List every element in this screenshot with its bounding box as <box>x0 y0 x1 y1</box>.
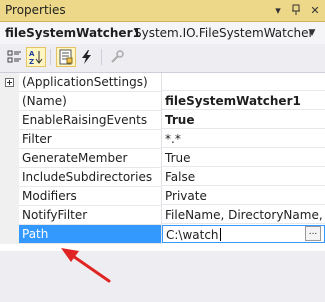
property-name: GenerateMember <box>19 149 162 168</box>
grid-row-name[interactable]: (Name) fileSystemWatcher1 <box>0 92 325 111</box>
property-name: NotifyFilter <box>19 206 162 225</box>
window-title: Properties <box>5 3 66 17</box>
property-value[interactable]: *.* <box>162 130 325 148</box>
property-name: Path <box>19 225 162 244</box>
browse-ellipsis-button[interactable]: ... <box>305 226 321 241</box>
grid-row-include-subdirectories[interactable]: IncludeSubdirectories False <box>0 168 325 187</box>
row-gutter <box>0 168 19 187</box>
path-value-text: C:\watch <box>166 228 219 242</box>
toolbar-separator <box>50 49 51 65</box>
row-gutter <box>0 73 19 92</box>
selected-object-type: System.IO.FileSystemWatcher <box>134 26 314 40</box>
property-name: EnableRaisingEvents <box>19 111 162 130</box>
toolbar-separator <box>101 49 102 65</box>
grid-row-path[interactable]: Path C:\watch ... <box>0 225 325 244</box>
auto-hide-pin-icon[interactable] <box>288 2 304 18</box>
row-gutter <box>0 130 19 149</box>
properties-window: Properties ▾ ✕ fileSystemWatcher1 System… <box>0 0 325 302</box>
events-button[interactable] <box>77 47 97 67</box>
window-position-dropdown-icon[interactable]: ▾ <box>270 2 286 18</box>
row-gutter <box>0 149 19 168</box>
title-bar: Properties ▾ ✕ <box>0 0 325 22</box>
close-icon[interactable]: ✕ <box>307 2 323 18</box>
property-value[interactable]: FileName, DirectoryName, LastWrite <box>162 206 325 224</box>
property-value[interactable]: True <box>162 111 325 129</box>
categorized-icon <box>7 50 21 63</box>
property-value[interactable]: fileSystemWatcher1 <box>162 92 325 110</box>
property-name: Modifiers <box>19 187 162 206</box>
svg-text:A: A <box>29 50 35 58</box>
property-grid: (ApplicationSettings) (Name) fileSystemW… <box>0 72 325 251</box>
expand-plus-icon[interactable] <box>5 78 14 87</box>
text-caret <box>219 228 221 241</box>
properties-icon <box>59 49 73 65</box>
grid-row-notify-filter[interactable]: NotifyFilter FileName, DirectoryName, La… <box>0 206 325 225</box>
row-gutter <box>0 111 19 130</box>
lightning-icon <box>82 50 91 64</box>
row-gutter <box>0 187 19 206</box>
alphabetical-icon: A Z <box>29 50 43 65</box>
property-value[interactable]: Private <box>162 187 325 205</box>
row-gutter <box>0 225 19 244</box>
path-value-input[interactable]: C:\watch <box>162 225 325 243</box>
selected-object-name: fileSystemWatcher1 <box>5 26 141 40</box>
row-gutter <box>0 206 19 225</box>
property-value[interactable] <box>162 73 325 91</box>
properties-button[interactable] <box>56 47 76 67</box>
property-value[interactable]: False <box>162 168 325 186</box>
row-gutter <box>0 92 19 111</box>
property-name: IncludeSubdirectories <box>19 168 162 187</box>
chevron-down-icon[interactable]: ▼ <box>305 25 319 41</box>
grid-row-filter[interactable]: Filter *.* <box>0 130 325 149</box>
object-selector[interactable]: fileSystemWatcher1 System.IO.FileSystemW… <box>0 22 325 44</box>
grid-row-generate-member[interactable]: GenerateMember True <box>0 149 325 168</box>
property-name: (Name) <box>19 92 162 111</box>
properties-toolbar: A Z <box>0 44 325 72</box>
property-name: Filter <box>19 130 162 149</box>
categorized-button[interactable] <box>5 47 25 67</box>
wrench-icon <box>111 50 124 63</box>
property-name: (ApplicationSettings) <box>19 73 162 92</box>
grid-row-application-settings[interactable]: (ApplicationSettings) <box>0 73 325 92</box>
grid-row-enable-raising-events[interactable]: EnableRaisingEvents True <box>0 111 325 130</box>
property-pages-button[interactable] <box>107 47 127 67</box>
alphabetical-button[interactable]: A Z <box>26 47 46 67</box>
property-value[interactable]: True <box>162 149 325 167</box>
svg-text:Z: Z <box>29 58 34 65</box>
grid-row-modifiers[interactable]: Modifiers Private <box>0 187 325 206</box>
pin-icon <box>292 4 300 15</box>
